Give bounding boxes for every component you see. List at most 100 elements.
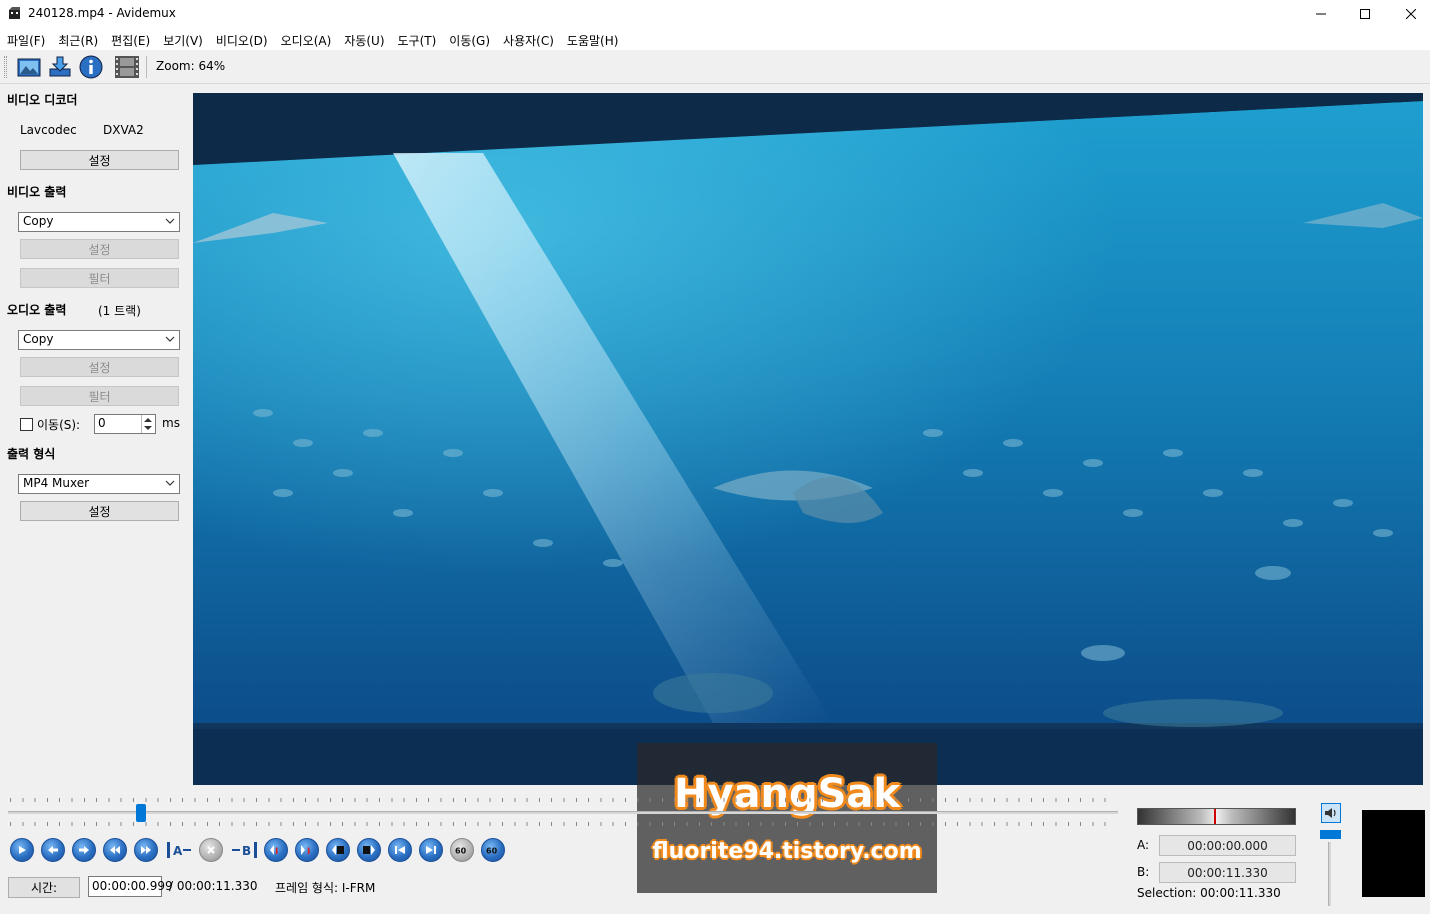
video-decoder-title: 비디오 디코더 <box>7 93 78 107</box>
aquarium-video-frame <box>193 93 1423 785</box>
audio-track-count: (1 트랙) <box>98 304 141 318</box>
menu-tools[interactable]: 도구(T) <box>393 28 445 50</box>
skip-start-icon <box>395 846 405 854</box>
next-intra-frame-button[interactable]: I <box>295 838 319 862</box>
speaker-icon <box>1325 808 1336 818</box>
audio-codec-select[interactable]: Copy <box>18 330 180 350</box>
open-video-button[interactable] <box>16 54 42 80</box>
rewind-icon <box>110 846 120 854</box>
frame-type: 프레임 형식: I-FRM <box>275 881 376 895</box>
marker-b-label: B: <box>1137 865 1150 879</box>
container-select[interactable]: MP4 Muxer <box>18 474 180 494</box>
reset-markers-button[interactable] <box>199 838 223 862</box>
close-button[interactable] <box>1388 0 1430 28</box>
save-video-button[interactable] <box>47 54 73 80</box>
time-button[interactable]: 시간: <box>8 877 80 898</box>
audio-settings-button[interactable]: 설정 <box>20 357 179 377</box>
menu-custom[interactable]: 사용자(C) <box>498 28 562 50</box>
timeline-thumb[interactable] <box>136 804 147 822</box>
close-icon <box>1406 9 1416 19</box>
volume-slider-track[interactable] <box>1328 842 1331 906</box>
audio-filter-button[interactable]: 필터 <box>20 386 179 406</box>
current-time-field[interactable]: 00:00:00.999 <box>88 876 173 897</box>
set-marker-a-button[interactable]: A <box>165 838 193 862</box>
video-settings-button[interactable]: 설정 <box>20 239 179 259</box>
left-panel: 비디오 디코더 Lavcodec DXVA2 설정 비디오 출력 Copy 설정… <box>0 85 190 785</box>
decoder-settings-button[interactable]: 설정 <box>20 150 179 170</box>
marker-a-icon: A <box>167 842 191 858</box>
video-preview <box>193 93 1423 785</box>
marker-b-icon: B <box>232 842 257 858</box>
spin-buttons[interactable] <box>141 415 155 433</box>
next-black-frame-button[interactable] <box>357 838 381 862</box>
svg-text:I: I <box>307 847 310 856</box>
zoom-label: Zoom: 64% <box>156 59 226 73</box>
svg-text:A: A <box>173 844 183 858</box>
video-filter-button[interactable]: 필터 <box>20 268 179 288</box>
spin-up-icon <box>144 418 152 422</box>
video-codec-select[interactable]: Copy <box>18 212 180 232</box>
watermark-url: fluorite94.tistory.com <box>652 839 922 864</box>
menu-file[interactable]: 파일(F) <box>2 28 53 50</box>
next-keyframe-button[interactable] <box>134 838 158 862</box>
minimize-button[interactable] <box>1298 0 1344 28</box>
info-button[interactable] <box>78 54 104 80</box>
previous-black-frame-button[interactable] <box>326 838 350 862</box>
selection-range-marker <box>1214 809 1216 824</box>
menu-bar: 파일(F) 최근(R) 편집(E) 보기(V) 비디오(D) 오디오(A) 자동… <box>0 28 1430 50</box>
set-marker-b-button[interactable]: B <box>230 838 258 862</box>
forward-60-icon: 60 <box>486 847 498 856</box>
back-60s-button[interactable]: 60 <box>450 838 474 862</box>
decoder-hw: DXVA2 <box>103 123 144 137</box>
svg-text:I: I <box>275 847 278 856</box>
volume-button[interactable] <box>1321 803 1341 823</box>
previous-frame-button[interactable] <box>41 838 65 862</box>
timeline-track[interactable] <box>8 811 1118 814</box>
title-bar: 240128.mp4 - Avidemux <box>0 0 1430 28</box>
audio-shift-label: 이동(S): <box>37 418 81 432</box>
menu-view[interactable]: 보기(V) <box>158 28 211 50</box>
previous-keyframe-button[interactable] <box>103 838 127 862</box>
audio-shift-input[interactable]: 0 <box>94 414 156 434</box>
marker-a-field[interactable]: 00:00:00.000 <box>1159 835 1296 856</box>
menu-video[interactable]: 비디오(D) <box>211 28 276 50</box>
arrow-right-icon <box>79 846 89 854</box>
audio-shift-value: 0 <box>98 416 106 430</box>
maximize-icon <box>1360 9 1370 19</box>
arrow-left-icon <box>48 846 58 854</box>
volume-slider-thumb[interactable] <box>1320 830 1341 839</box>
window-title: 240128.mp4 - Avidemux <box>28 6 176 20</box>
open-image-icon <box>17 58 41 77</box>
spin-down-icon <box>144 426 152 430</box>
video-output-title: 비디오 출력 <box>7 185 67 199</box>
selection-range-bar <box>1137 808 1296 825</box>
menu-audio[interactable]: 오디오(A) <box>276 28 340 50</box>
svg-text:60: 60 <box>455 847 467 856</box>
timeline-ticks-top <box>10 798 1115 802</box>
filmstrip-button[interactable] <box>114 54 140 80</box>
audio-shift-checkbox[interactable] <box>20 418 33 431</box>
marker-b-field[interactable]: 00:00:11.330 <box>1159 862 1296 883</box>
menu-edit[interactable]: 편집(E) <box>106 28 158 50</box>
previous-intra-frame-button[interactable]: I <box>264 838 288 862</box>
go-to-start-button[interactable] <box>388 838 412 862</box>
toolbar-grip[interactable] <box>4 56 7 78</box>
decoder-codec: Lavcodec <box>20 123 77 137</box>
play-button[interactable] <box>10 838 34 862</box>
chevron-down-icon <box>165 218 175 224</box>
play-icon <box>19 846 26 854</box>
menu-auto[interactable]: 자동(U) <box>339 28 392 50</box>
forward-60s-button[interactable]: 60 <box>481 838 505 862</box>
go-to-end-button[interactable] <box>419 838 443 862</box>
filmstrip-icon <box>115 56 139 78</box>
menu-help[interactable]: 도움말(H) <box>562 28 627 50</box>
menu-recent[interactable]: 최근(R) <box>53 28 106 50</box>
maximize-button[interactable] <box>1342 0 1388 28</box>
prev-black-frame-icon <box>332 845 344 855</box>
container-value: MP4 Muxer <box>23 476 90 490</box>
menu-go[interactable]: 이동(G) <box>444 28 498 50</box>
next-frame-button[interactable] <box>72 838 96 862</box>
back-60-icon: 60 <box>455 847 467 856</box>
container-settings-button[interactable]: 설정 <box>20 501 179 521</box>
timeline[interactable] <box>0 790 1125 830</box>
